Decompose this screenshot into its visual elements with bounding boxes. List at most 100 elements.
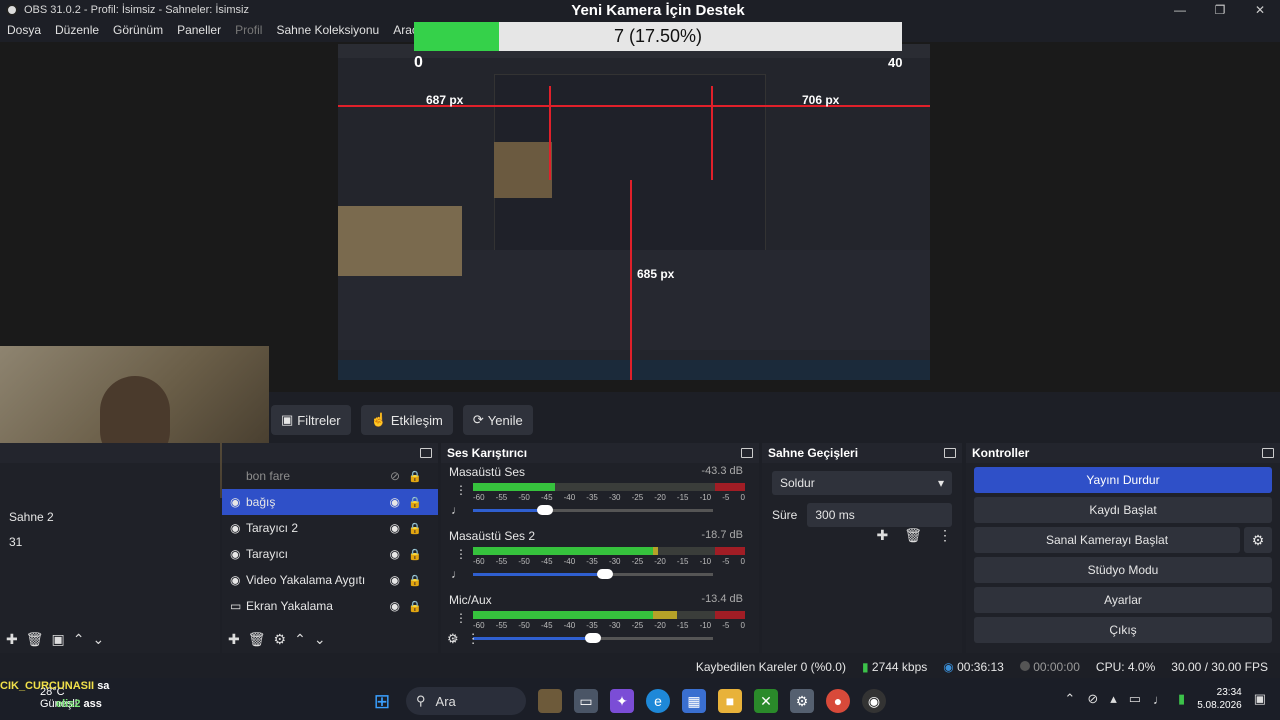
- microphone-icon[interactable]: ▴: [1110, 691, 1117, 707]
- display-icon[interactable]: ▭: [1129, 691, 1141, 707]
- volume-icon[interactable]: ♩: [1153, 692, 1166, 707]
- source-toolbar: ▣ Filtreler ☝ Etkileşim ⟳ Yenile: [269, 403, 533, 437]
- arrow-down-icon[interactable]: ⌄: [314, 631, 326, 648]
- chevron-up-icon[interactable]: ⌃: [1064, 691, 1075, 707]
- speaker-icon[interactable]: ♩: [451, 503, 463, 517]
- scale-tick: -60: [473, 493, 485, 502]
- volume-slider[interactable]: [473, 569, 713, 579]
- maximize-icon[interactable]: ❐: [1200, 0, 1240, 20]
- lock-icon[interactable]: 🔒: [408, 470, 422, 483]
- settings-app-icon[interactable]: ⚙: [790, 689, 814, 713]
- xbox-icon[interactable]: ✕: [754, 689, 778, 713]
- controls-dock: Kontroller Yayını Durdur Kaydı Başlat Sa…: [966, 443, 1280, 653]
- controls-title: Kontroller: [972, 446, 1030, 460]
- add-icon[interactable]: ✚: [6, 631, 18, 648]
- filter-icon[interactable]: ▣: [52, 631, 65, 648]
- duration-input[interactable]: 300 ms: [807, 503, 952, 527]
- more-icon[interactable]: ⋮: [455, 611, 467, 625]
- more-icon[interactable]: ⋮: [938, 527, 952, 544]
- more-icon[interactable]: ⋮: [455, 547, 467, 561]
- scale-tick: -5: [722, 493, 730, 502]
- battery-icon[interactable]: ▮: [1178, 691, 1185, 707]
- menu-scene-collection[interactable]: Sahne Koleksiyonu: [269, 23, 386, 37]
- stop-stream-button[interactable]: Yayını Durdur: [974, 467, 1272, 493]
- menu-file[interactable]: Dosya: [0, 23, 48, 37]
- menu-view[interactable]: Görünüm: [106, 23, 170, 37]
- virtual-camera-settings-icon[interactable]: ⚙: [1244, 527, 1272, 553]
- popout-icon[interactable]: [420, 448, 432, 458]
- eye-icon[interactable]: ◉: [390, 547, 400, 561]
- start-record-button[interactable]: Kaydı Başlat: [974, 497, 1272, 523]
- popout-icon[interactable]: [1262, 448, 1274, 458]
- taskbar-search[interactable]: ⚲ Ara: [406, 687, 526, 715]
- lock-icon[interactable]: 🔒: [408, 496, 422, 509]
- lock-icon[interactable]: 🔒: [408, 600, 422, 613]
- popout-icon[interactable]: [944, 448, 956, 458]
- folder-icon[interactable]: ■: [718, 689, 742, 713]
- transition-select[interactable]: Soldur ▾: [772, 471, 952, 495]
- eye-icon[interactable]: ◉: [390, 573, 400, 587]
- scene-item[interactable]: 31: [0, 530, 220, 555]
- trash-icon[interactable]: 🗑: [904, 527, 922, 544]
- volume-handle[interactable]: [537, 505, 553, 515]
- virtual-camera-button[interactable]: Sanal Kamerayı Başlat: [974, 527, 1240, 553]
- menu-docks[interactable]: Paneller: [170, 23, 228, 37]
- trash-icon[interactable]: 🗑: [248, 631, 266, 648]
- source-item[interactable]: ◉ bağış ◉ 🔒: [222, 489, 438, 515]
- eye-icon[interactable]: ◉: [390, 599, 400, 613]
- scale-tick: -50: [518, 493, 530, 502]
- chrome-icon[interactable]: ●: [826, 689, 850, 713]
- edge-icon[interactable]: e: [646, 689, 670, 713]
- measure-left: 687 px: [426, 93, 464, 107]
- store-icon[interactable]: ▦: [682, 689, 706, 713]
- copilot-icon[interactable]: ✦: [610, 689, 634, 713]
- add-icon[interactable]: ✚: [876, 527, 888, 544]
- interact-button[interactable]: ☝ Etkileşim: [360, 405, 453, 435]
- speaker-icon[interactable]: ♩: [451, 567, 463, 581]
- task-view-icon[interactable]: ▭: [574, 689, 598, 713]
- source-item[interactable]: ▭ Ekran Yakalama ◉ 🔒: [222, 593, 438, 619]
- gear-icon[interactable]: ⚙: [447, 631, 459, 647]
- minimize-icon[interactable]: —: [1160, 0, 1200, 20]
- arrow-down-icon[interactable]: ⌄: [92, 631, 104, 648]
- exit-button[interactable]: Çıkış: [974, 617, 1272, 643]
- volume-handle[interactable]: [597, 569, 613, 579]
- arrow-up-icon[interactable]: ⌃: [294, 631, 306, 648]
- popout-icon[interactable]: [741, 448, 753, 458]
- eye-slash-icon[interactable]: ⊘: [390, 469, 400, 483]
- eye-icon[interactable]: ◉: [390, 495, 400, 509]
- source-item[interactable]: bon fare ⊘ 🔒: [222, 463, 438, 489]
- menu-edit[interactable]: Düzenle: [48, 23, 106, 37]
- source-item[interactable]: ◉ Video Yakalama Aygıtı ◉ 🔒: [222, 567, 438, 593]
- more-icon[interactable]: ⋮: [455, 483, 467, 497]
- lock-icon[interactable]: 🔒: [408, 548, 422, 561]
- clock-time: 23:34: [1216, 687, 1242, 698]
- lock-icon[interactable]: 🔒: [408, 574, 422, 587]
- eye-icon[interactable]: ◉: [390, 521, 400, 535]
- add-icon[interactable]: ✚: [228, 631, 240, 648]
- menu-profile[interactable]: Profil: [228, 23, 269, 37]
- scene-item[interactable]: Sahne 2: [0, 505, 220, 530]
- volume-slider[interactable]: [473, 505, 713, 515]
- lock-icon[interactable]: 🔒: [408, 522, 422, 535]
- more-icon[interactable]: ⋮: [467, 631, 480, 647]
- notification-icon[interactable]: ▣: [1254, 691, 1266, 707]
- scale-tick: -45: [540, 493, 553, 502]
- settings-button[interactable]: Ayarlar: [974, 587, 1272, 613]
- refresh-button[interactable]: ⟳ Yenile: [462, 405, 533, 435]
- widget-icon[interactable]: [538, 689, 562, 713]
- obs-app-icon[interactable]: ◉: [862, 689, 886, 713]
- arrow-up-icon[interactable]: ⌃: [73, 631, 85, 648]
- filters-button[interactable]: ▣ Filtreler: [271, 405, 351, 435]
- scale-tick: -5: [722, 557, 730, 566]
- close-icon[interactable]: ✕: [1240, 0, 1280, 20]
- windows-start-icon[interactable]: ⊞: [370, 689, 394, 713]
- network-off-icon[interactable]: ⊘: [1087, 691, 1098, 707]
- clock[interactable]: 23:34 5.08.2026: [1197, 686, 1242, 712]
- filters-label: Filtreler: [297, 412, 341, 428]
- trash-icon[interactable]: 🗑: [26, 631, 44, 648]
- studio-mode-button[interactable]: Stüdyo Modu: [974, 557, 1272, 583]
- gear-icon[interactable]: ⚙: [274, 631, 287, 648]
- source-item[interactable]: ◉ Tarayıcı ◉ 🔒: [222, 541, 438, 567]
- source-item[interactable]: ◉ Tarayıcı 2 ◉ 🔒: [222, 515, 438, 541]
